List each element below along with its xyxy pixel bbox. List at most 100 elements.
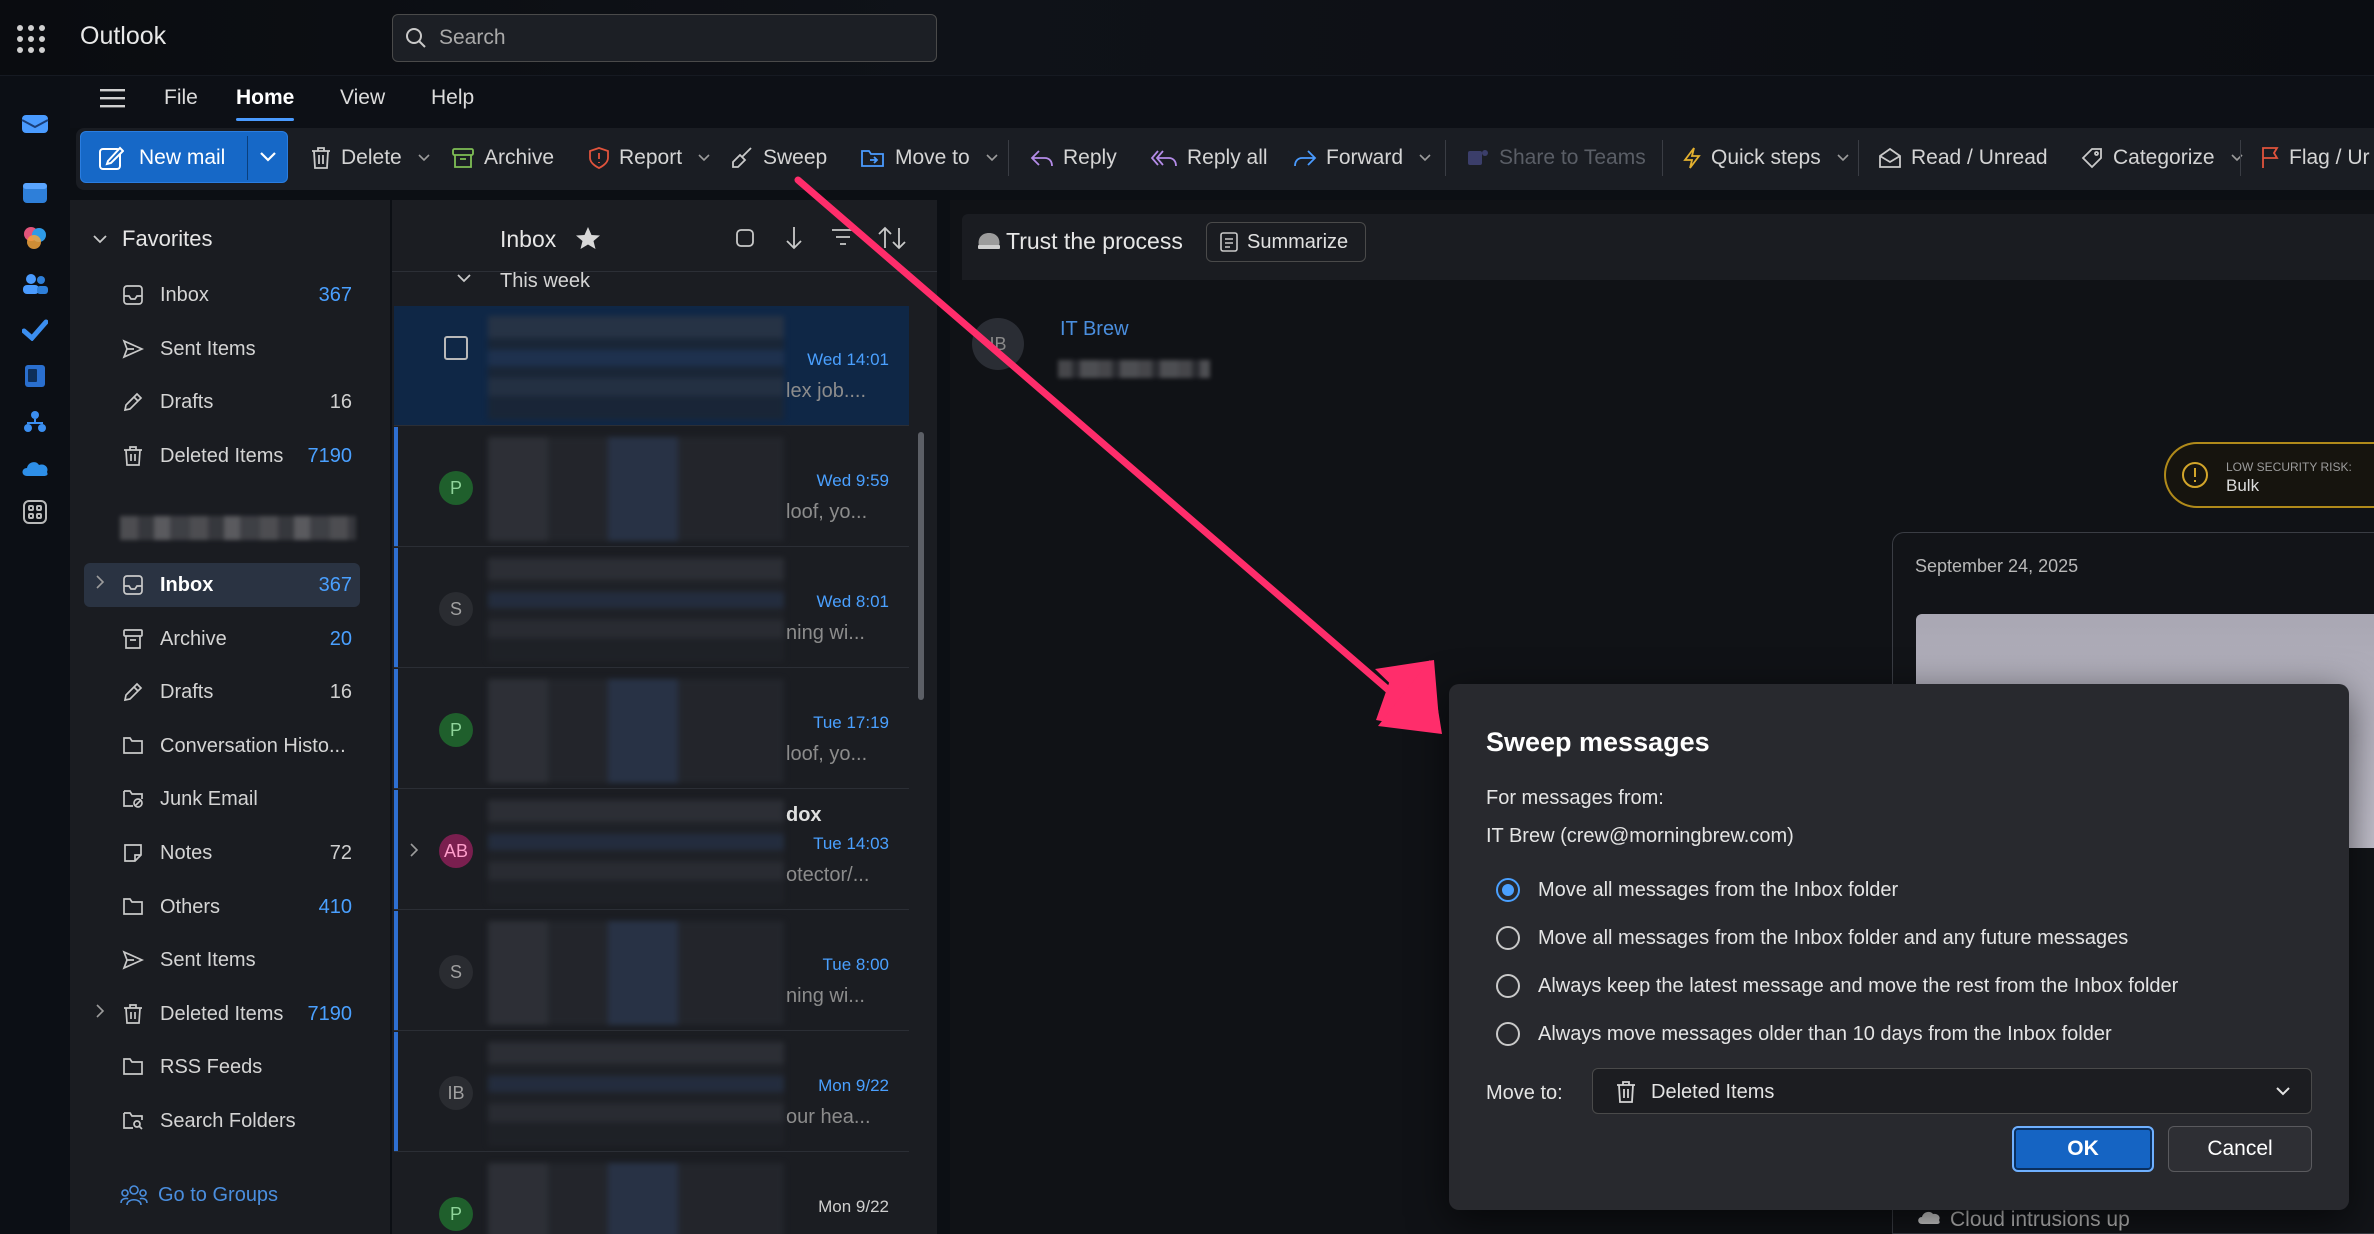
move-to-button[interactable]: Move to [860,143,999,173]
sender-name[interactable]: IT Brew [1060,318,1129,341]
favorite-star-icon[interactable] [574,225,602,251]
sweep-option-move-all-future[interactable]: Move all messages from the Inbox folder … [1496,923,2128,953]
email-subject: Trust the process [1006,228,1183,254]
more-apps-icon[interactable] [17,494,53,530]
folder-fav-sent-items[interactable]: Sent Items [84,327,360,371]
folder-mbx-inbox[interactable]: Inbox 367 [84,563,360,607]
message-list-item[interactable]: P Wed 9:59 loof, yo... [394,427,909,547]
message-list-item[interactable]: P Tue 17:19 loof, yo... [394,669,909,789]
compose-icon [98,145,124,171]
radio-button[interactable] [1496,878,1520,902]
folder-label: Sent Items [160,337,256,360]
people-app-icon[interactable] [17,266,53,302]
message-list-item[interactable]: P Mon 9/22 [394,1153,909,1234]
message-list-item[interactable]: S Wed 8:01 ning wi... [394,548,909,668]
message-preview: lex job.... [786,380,867,402]
sweep-option-keep-latest[interactable]: Always keep the latest message and move … [1496,971,2178,1001]
cancel-button[interactable]: Cancel [2168,1126,2312,1172]
quick-steps-button[interactable]: Quick steps [1682,143,1850,173]
new-mail-button[interactable]: New mail [80,131,288,183]
reply-all-button[interactable]: Reply all [1150,143,1268,173]
summarize-button[interactable]: Summarize [1206,222,1366,262]
todo-app-icon[interactable] [17,312,53,348]
chevron-right-icon[interactable] [408,842,420,858]
blurred-message-content [488,921,784,1025]
folder-mbx-sent-items[interactable]: Sent Items [84,938,360,982]
search-input[interactable] [439,15,919,61]
chevron-down-icon [93,235,107,244]
message-list-scrollbar[interactable] [918,432,924,700]
note-icon [122,842,144,864]
onenote-app-icon[interactable] [17,358,53,394]
reply-all-icon [1150,150,1177,167]
message-preview: ning wi... [786,622,865,644]
folder-fav-drafts[interactable]: Drafts 16 [84,380,360,424]
folder-mbx-rss-feeds[interactable]: RSS Feeds [84,1045,360,1089]
reply-button[interactable]: Reply [1030,143,1117,173]
filter-icon[interactable] [830,226,856,248]
chevron-right-icon[interactable] [94,574,106,590]
hamburger-menu-icon[interactable] [98,86,128,110]
reply-icon [1030,150,1053,167]
message-list-item[interactable]: S Tue 8:00 ning wi... [394,911,909,1031]
categorize-button[interactable]: Categorize [2080,143,2244,173]
jump-down-icon[interactable] [784,224,804,252]
sweep-option-older-than-10-days[interactable]: Always move messages older than 10 days … [1496,1019,2112,1049]
read-unread-button[interactable]: Read / Unread [1878,143,2048,173]
sweep-option-move-all[interactable]: Move all messages from the Inbox folder [1496,875,1898,905]
calendar-app-icon[interactable] [17,175,53,211]
radio-button[interactable] [1496,926,1520,950]
org-explorer-icon[interactable] [17,404,53,440]
group-collapse-icon[interactable] [455,272,473,284]
folder-mbx-notes[interactable]: Notes 72 [84,831,360,875]
archive-button[interactable]: Archive [451,143,554,173]
mail-app-icon[interactable] [17,106,53,142]
select-mode-icon[interactable] [733,226,757,250]
tab-help[interactable]: Help [431,86,474,110]
flag-button[interactable]: Flag / Ur [2260,143,2370,173]
radio-button[interactable] [1496,1022,1520,1046]
move-to-dropdown[interactable]: Deleted Items [1592,1068,2312,1114]
folder-mbx-conversation-histo-[interactable]: Conversation Histo... [84,724,360,768]
radio-button[interactable] [1496,974,1520,998]
go-to-groups-link[interactable]: Go to Groups [120,1183,278,1207]
message-list-item[interactable]: IB Mon 9/22 our hea... [394,1032,909,1152]
folder-mbx-junk-email[interactable]: Junk Email [84,777,360,821]
folder-mbx-search-folders[interactable]: Search Folders [84,1099,360,1143]
security-risk-badge[interactable]: LOW SECURITY RISK: Bulk [2164,442,2374,508]
select-checkbox[interactable] [444,336,468,360]
account-name[interactable] [120,516,356,540]
favorites-header[interactable]: Favorites [92,226,212,252]
folder-label: Sent Items [160,949,256,972]
folder-mbx-deleted-items[interactable]: Deleted Items 7190 [84,992,360,1036]
menu-bar [70,76,2374,128]
ok-button[interactable]: OK [2012,1126,2154,1172]
folder-fav-inbox[interactable]: Inbox 367 [84,273,360,317]
tab-view[interactable]: View [340,86,385,110]
folder-mbx-others[interactable]: Others 410 [84,885,360,929]
app-launcher-icon[interactable] [14,22,46,54]
report-button[interactable]: Report [588,143,711,173]
sweep-button[interactable]: Sweep [730,143,827,173]
chevron-right-icon[interactable] [94,1003,106,1019]
tab-home[interactable]: Home [236,86,294,110]
onedrive-app-icon[interactable] [17,450,53,486]
forward-button[interactable]: Forward [1293,143,1432,173]
folder-mbx-archive[interactable]: Archive 20 [84,617,360,661]
search-box[interactable] [392,14,937,62]
tab-file[interactable]: File [164,86,198,110]
message-list-item[interactable]: Wed 14:01 lex job.... [394,306,909,426]
folder-mbx-drafts[interactable]: Drafts 16 [84,670,360,714]
cloud-icon [1916,1208,1942,1226]
search-folder-icon [122,1110,144,1130]
folder-fav-deleted-items[interactable]: Deleted Items 7190 [84,434,360,478]
message-list-item[interactable]: AB dox Tue 14:03 otector/... [394,790,909,910]
lightning-icon [1683,147,1701,169]
sender-avatar[interactable]: IB [972,318,1024,370]
message-date: Wed 8:01 [816,592,889,611]
new-mail-dropdown-icon[interactable] [259,149,277,163]
trash-icon [122,445,144,467]
sort-icon[interactable] [877,224,907,252]
delete-button[interactable]: Delete [310,143,431,173]
copilot-app-icon[interactable] [17,220,53,256]
